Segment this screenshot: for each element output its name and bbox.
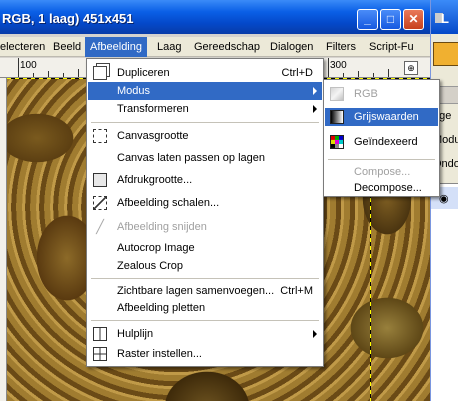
maximize-button[interactable]: □ bbox=[380, 9, 401, 30]
submenu-arrow-icon bbox=[313, 105, 317, 113]
menu-filters[interactable]: Filters bbox=[321, 37, 361, 57]
crop-icon: ╱ bbox=[96, 219, 104, 234]
rgb-icon bbox=[330, 87, 344, 101]
menubar: electeren Beeld Afbeelding Laag Gereedsc… bbox=[0, 37, 430, 57]
menu-separator bbox=[91, 122, 319, 123]
ruler-tick bbox=[388, 69, 389, 77]
dock-window: L age Modu Ondo ◉ bbox=[430, 0, 458, 401]
menu-item-label: Afbeelding schalen... bbox=[117, 197, 220, 209]
grayscale-icon bbox=[330, 110, 344, 124]
ruler-tick bbox=[18, 58, 19, 77]
ruler-tick bbox=[328, 58, 329, 77]
ruler-tick bbox=[63, 73, 64, 77]
menu-item-raster-instellen[interactable]: Raster instellen... bbox=[88, 345, 322, 363]
menu-item-label: Afdrukgrootte... bbox=[117, 174, 193, 186]
menu-item-label: Compose... bbox=[354, 166, 411, 178]
menu-item-canvasgrootte[interactable]: Canvasgrootte bbox=[88, 127, 322, 145]
ruler-tick bbox=[33, 73, 34, 77]
menu-item-grijswaarden[interactable]: Grijswaarden bbox=[325, 108, 438, 126]
menu-item-lagen-samenvoegen[interactable]: Zichtbare lagen samenvoegen... Ctrl+M bbox=[88, 282, 322, 300]
menu-dialogen[interactable]: Dialogen bbox=[265, 37, 318, 57]
menu-beeld[interactable]: Beeld bbox=[48, 37, 86, 57]
menu-item-label: Canvasgrootte bbox=[117, 130, 189, 142]
menu-item-label: Zealous Crop bbox=[117, 260, 184, 272]
menu-item-hulplijn[interactable]: Hulplijn bbox=[88, 325, 322, 343]
menu-separator bbox=[91, 278, 319, 279]
ruler-tick bbox=[373, 73, 374, 77]
menu-separator bbox=[328, 159, 435, 160]
menu-item-label: Transformeren bbox=[117, 103, 189, 115]
menu-item-afbeelding-schalen[interactable]: Afbeelding schalen... bbox=[88, 194, 322, 212]
menu-item-label: Afbeelding snijden bbox=[117, 221, 207, 233]
dock-title: L bbox=[441, 11, 449, 26]
menu-item-label: Hulplijn bbox=[117, 328, 154, 340]
menu-item-rgb[interactable]: RGB bbox=[325, 85, 438, 103]
menu-item-label: Grijswaarden bbox=[354, 111, 419, 123]
menu-item-label: Canvas laten passen op lagen bbox=[117, 152, 265, 164]
submenu-arrow-icon bbox=[313, 330, 317, 338]
print-size-icon bbox=[93, 173, 107, 187]
menu-item-label: RGB bbox=[354, 88, 378, 100]
vertical-ruler[interactable] bbox=[0, 78, 7, 401]
menu-script-fu[interactable]: Script-Fu bbox=[364, 37, 419, 57]
menu-item-transformeren[interactable]: Transformeren bbox=[88, 100, 322, 118]
menu-selecteren[interactable]: electeren bbox=[0, 37, 50, 57]
menu-item-zealous-crop[interactable]: Zealous Crop bbox=[88, 257, 322, 275]
ruler-label-300: 300 bbox=[330, 60, 347, 71]
submenu-arrow-icon bbox=[313, 87, 317, 95]
shortcut-label: Ctrl+M bbox=[280, 285, 313, 297]
menu-afbeelding[interactable]: Afbeelding bbox=[85, 37, 147, 57]
dock-thumbnail[interactable] bbox=[433, 42, 458, 66]
ruler-tick bbox=[48, 71, 49, 77]
menu-item-afdrukgrootte[interactable]: Afdrukgrootte... bbox=[88, 171, 322, 189]
menu-item-afbeelding-snijden[interactable]: ╱ Afbeelding snijden bbox=[88, 218, 322, 236]
menu-item-afbeelding-pletten[interactable]: Afbeelding pletten bbox=[88, 299, 322, 317]
menu-item-label: Autocrop Image bbox=[117, 242, 195, 254]
layers-list[interactable] bbox=[431, 183, 458, 401]
shortcut-label: Ctrl+D bbox=[281, 67, 313, 79]
menu-item-label: Afbeelding pletten bbox=[117, 302, 206, 314]
indexed-icon bbox=[330, 135, 344, 149]
menu-item-label: Dupliceren bbox=[117, 67, 170, 79]
close-button[interactable]: ✕ bbox=[403, 9, 424, 30]
ruler-tick bbox=[343, 73, 344, 77]
menu-item-decompose[interactable]: Decompose... bbox=[325, 179, 438, 197]
menu-separator bbox=[91, 320, 319, 321]
modus-submenu: RGB Grijswaarden Geïndexeerd Compose... … bbox=[323, 79, 440, 197]
menu-item-label: Decompose... bbox=[354, 182, 422, 194]
menu-item-label: Geïndexeerd bbox=[354, 136, 418, 148]
menu-item-label: Modus bbox=[117, 85, 151, 97]
dock-titlebar[interactable]: L bbox=[431, 0, 458, 34]
ruler-tick bbox=[78, 69, 79, 77]
menu-item-autocrop[interactable]: Autocrop Image bbox=[88, 239, 322, 257]
menu-gereedschap[interactable]: Gereedschap bbox=[189, 37, 265, 57]
afbeelding-menu: Dupliceren Ctrl+D Modus Transformeren Ca… bbox=[86, 58, 324, 367]
window-titlebar[interactable]: RGB, 1 laag) 451x451 _ □ ✕ bbox=[0, 0, 430, 34]
grid-icon bbox=[93, 347, 107, 361]
menu-item-label: Raster instellen... bbox=[117, 348, 202, 360]
menu-item-geindexeerd[interactable]: Geïndexeerd bbox=[325, 133, 438, 151]
navigate-icon[interactable]: ⊕ bbox=[404, 61, 418, 75]
scale-image-icon bbox=[93, 196, 107, 210]
duplicate-icon bbox=[93, 66, 107, 80]
window-title: RGB, 1 laag) 451x451 bbox=[2, 11, 134, 26]
ruler-label-100: 100 bbox=[20, 60, 37, 71]
menu-item-label: Zichtbare lagen samenvoegen... bbox=[117, 285, 275, 297]
eye-icon[interactable]: ◉ bbox=[439, 192, 449, 205]
minimize-button[interactable]: _ bbox=[357, 9, 378, 30]
menu-laag[interactable]: Laag bbox=[152, 37, 186, 57]
ruler-tick bbox=[358, 71, 359, 77]
menu-item-modus[interactable]: Modus bbox=[88, 82, 322, 100]
menu-item-dupliceren[interactable]: Dupliceren Ctrl+D bbox=[88, 64, 322, 82]
guide-icon bbox=[93, 327, 107, 341]
menu-item-canvas-passen[interactable]: Canvas laten passen op lagen bbox=[88, 149, 322, 167]
canvas-size-icon bbox=[93, 129, 107, 143]
